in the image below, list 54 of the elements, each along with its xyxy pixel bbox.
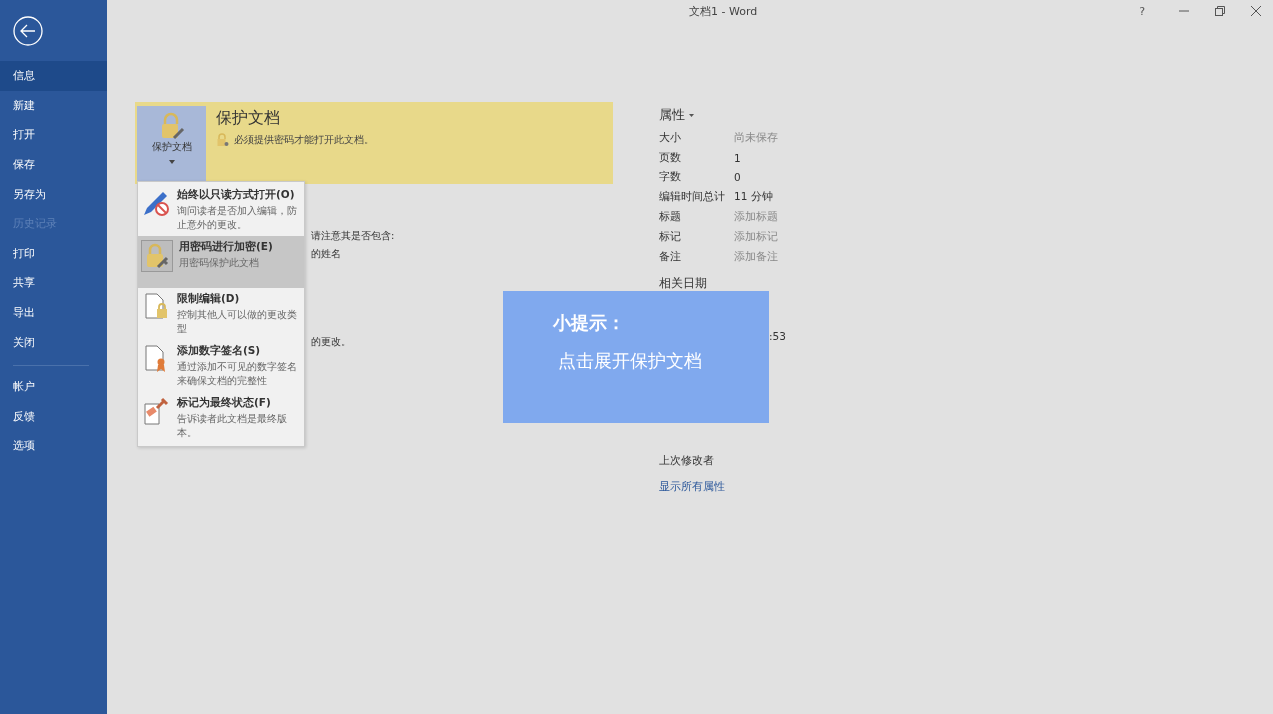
- sidebar-item[interactable]: 另存为: [0, 179, 107, 209]
- property-value: 添加标记: [734, 229, 778, 244]
- back-icon[interactable]: [13, 16, 43, 46]
- sidebar-item[interactable]: 新建: [0, 90, 107, 121]
- caret-icon[interactable]: [168, 160, 175, 164]
- property-value: 11 分钟: [734, 190, 773, 205]
- info-text: 的姓名: [311, 247, 342, 261]
- tip-heading: 小提示：: [553, 311, 626, 335]
- menu-item[interactable]: 添加数字签名(S) 通过添加不可见的数字签名来确保文档的完整性: [138, 340, 304, 392]
- panel-message: 必须提供密码才能打开此文档。: [234, 133, 374, 147]
- sidebar-item[interactable]: 保存: [0, 149, 107, 180]
- lock-key-icon: [141, 240, 173, 272]
- section-title: 相关日期: [659, 274, 708, 292]
- property-label: 标题: [659, 210, 682, 225]
- protect-document-button[interactable]: 保护文档: [137, 106, 206, 184]
- lock-icon: [216, 133, 229, 147]
- menu-item[interactable]: 限制编辑(D) 控制其他人可以做的更改类型: [138, 288, 304, 340]
- property-label: 标记: [659, 229, 682, 244]
- property-label: 备注: [659, 249, 682, 264]
- sidebar-item[interactable]: 关闭: [0, 327, 107, 357]
- info-text: 的更改。: [311, 335, 352, 349]
- property-value: :53: [769, 329, 786, 342]
- property-label: 上次修改者: [659, 453, 715, 468]
- info-text: 请注意其是否包含:: [311, 229, 396, 243]
- sidebar-item[interactable]: 打开: [0, 120, 107, 150]
- menu-item[interactable]: 标记为最终状态(F) 告诉读者此文档是最终版本。: [138, 392, 304, 444]
- window-title: 文档1 - Word: [687, 3, 759, 19]
- sidebar-item[interactable]: 打印: [0, 238, 107, 269]
- help-button[interactable]: ?: [1139, 4, 1145, 18]
- show-all-properties-link[interactable]: 显示所有属性: [659, 479, 786, 494]
- sidebar-item[interactable]: 反馈: [0, 401, 107, 432]
- menu-item[interactable]: 始终以只读方式打开(O) 询问读者是否加入编辑，防止意外的更改。: [138, 184, 304, 236]
- property-value: 1: [734, 151, 741, 164]
- menu-item[interactable]: 用密码进行加密(E) 用密码保护此文档: [138, 236, 304, 288]
- property-value: 添加标题: [734, 210, 778, 225]
- sidebar-item[interactable]: 导出: [0, 297, 107, 328]
- property-label: 编辑时间总计: [659, 190, 726, 205]
- restore-icon[interactable]: [1213, 4, 1227, 18]
- stamp-document-icon: [141, 396, 171, 426]
- property-label: 大小: [659, 130, 682, 145]
- sidebar-item[interactable]: 共享: [0, 268, 107, 298]
- sidebar-item[interactable]: 帐户: [0, 371, 107, 402]
- properties-title[interactable]: 属性: [659, 106, 685, 124]
- close-icon[interactable]: [1249, 4, 1263, 18]
- sidebar-item[interactable]: 选项: [0, 431, 107, 461]
- sidebar-item[interactable]: 信息: [0, 61, 107, 91]
- property-label: 字数: [659, 170, 682, 185]
- property-value: 尚未保存: [734, 130, 778, 145]
- property-label: 页数: [659, 150, 682, 165]
- caret-icon[interactable]: [689, 113, 694, 117]
- property-value: 添加备注: [734, 249, 778, 264]
- property-value: 0: [734, 171, 741, 184]
- tip-text: 点击展开保护文档: [558, 349, 703, 373]
- panel-title: 保护文档: [216, 108, 281, 129]
